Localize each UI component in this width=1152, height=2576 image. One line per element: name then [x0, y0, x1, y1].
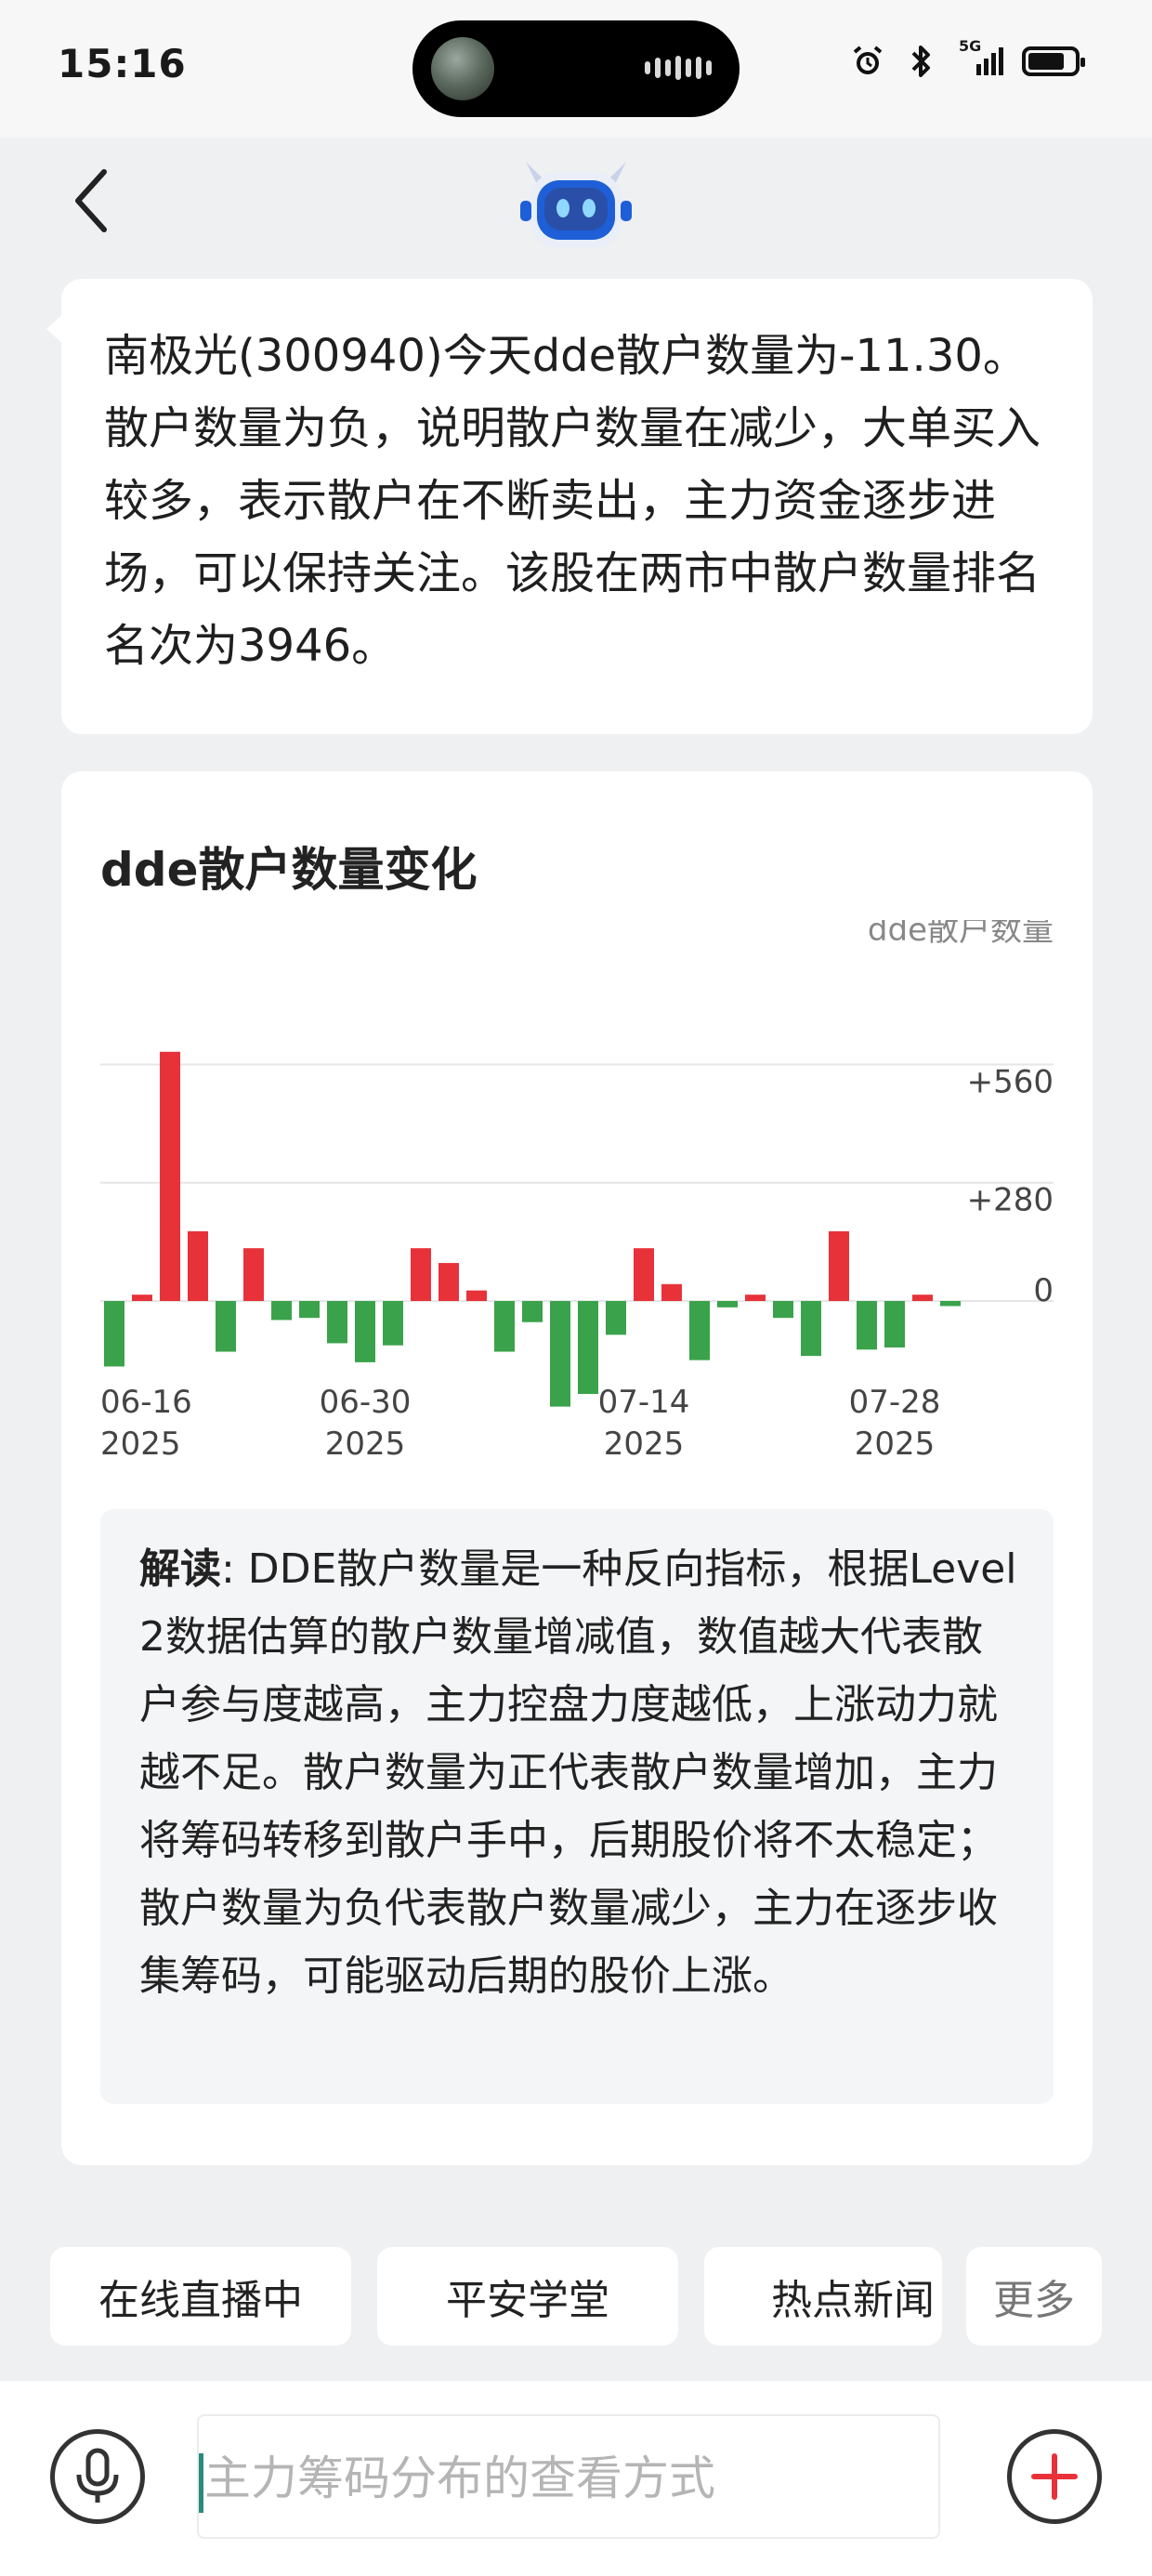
x-tick-year: 2025 — [604, 1426, 685, 1463]
bar — [271, 1301, 292, 1321]
bar — [912, 1295, 933, 1301]
x-tick-date: 06-30 — [320, 1384, 412, 1421]
dynamic-island[interactable] — [412, 20, 740, 117]
bar — [884, 1301, 905, 1347]
battery-icon — [1022, 46, 1085, 76]
status-bar: 15:16 5G — [0, 0, 1152, 138]
y-tick-label: +280 — [967, 1182, 1054, 1219]
x-tick-date: 07-14 — [598, 1384, 690, 1421]
bar — [299, 1301, 320, 1319]
bar — [801, 1301, 821, 1357]
bar — [717, 1301, 738, 1308]
x-tick-year: 2025 — [855, 1426, 936, 1463]
bar — [466, 1290, 487, 1301]
bar — [522, 1301, 543, 1322]
explanation-box: 解读: DDE散户数量是一种反向指标，根据Level2数据估算的散户数量增减值，… — [100, 1509, 1054, 2104]
bar — [829, 1231, 849, 1301]
chip-more[interactable]: 更多 — [966, 2247, 1102, 2346]
bar — [132, 1295, 152, 1301]
media-thumbnail — [431, 37, 494, 100]
explanation-text: 解读: DDE散户数量是一种反向指标，根据Level2数据估算的散户数量增减值，… — [139, 1535, 1022, 2010]
bar — [494, 1301, 515, 1352]
status-time: 15:16 — [58, 41, 187, 86]
x-tick-year: 2025 — [325, 1426, 406, 1463]
chip-live[interactable]: 在线直播中 — [50, 2247, 351, 2346]
bar — [550, 1301, 570, 1407]
cellular-signal-icon: 5G — [957, 37, 1005, 80]
explanation-label: 解读 — [139, 1545, 221, 1593]
question-input-wrapper[interactable] — [197, 2414, 940, 2539]
bar — [383, 1301, 403, 1346]
bluetooth-icon — [903, 43, 940, 80]
x-tick-date: 06-16 — [100, 1384, 192, 1421]
bar — [606, 1301, 626, 1335]
bar — [661, 1283, 682, 1301]
bar — [857, 1301, 877, 1350]
bar — [104, 1301, 124, 1367]
bar — [327, 1301, 347, 1344]
bar — [689, 1301, 710, 1360]
bar — [355, 1301, 375, 1362]
answer-bubble: 南极光(300940)今天dde散户数量为-11.30。散户数量为负，说明散户数… — [61, 279, 1093, 734]
microphone-icon — [76, 2448, 119, 2503]
status-icons: 5G — [849, 37, 1085, 80]
audio-wave-icon — [645, 56, 712, 80]
plus-icon — [1031, 2453, 1078, 2500]
x-tick-date: 07-28 — [849, 1384, 941, 1421]
answer-text: 南极光(300940)今天dde散户数量为-11.30。散户数量为负，说明散户数… — [104, 330, 1041, 672]
chip-academy[interactable]: 平安学堂 — [377, 2247, 678, 2346]
chart-card: dde散户数量变化 dde散户数量 +560 +280 0 06-16 2025 06-30… — [61, 771, 1093, 2165]
y-tick-label: +560 — [967, 1063, 1054, 1100]
bar — [578, 1301, 598, 1394]
chip-hot-news[interactable]: 热点新闻 — [704, 2247, 942, 2346]
attach-button[interactable] — [1007, 2429, 1102, 2524]
robot-icon — [517, 152, 635, 255]
y-axis-label: dde散户数量 — [868, 920, 1054, 949]
input-bar — [0, 2381, 1152, 2576]
bar — [160, 1051, 180, 1301]
text-caret — [199, 2453, 203, 2513]
bar — [439, 1263, 459, 1301]
y-tick-label: 0 — [1033, 1272, 1054, 1309]
back-button[interactable] — [63, 164, 119, 238]
question-input[interactable] — [204, 2437, 929, 2520]
bar — [773, 1301, 793, 1319]
bar — [745, 1295, 766, 1301]
explanation-body: : DDE散户数量是一种反向指标，根据Level2数据估算的散户数量增减值，数值… — [139, 1545, 1017, 2000]
voice-button[interactable] — [50, 2429, 145, 2524]
bar — [188, 1231, 208, 1301]
bar — [940, 1301, 961, 1307]
bar — [634, 1248, 654, 1301]
chart-title: dde散户数量变化 — [100, 843, 478, 897]
bar — [411, 1248, 431, 1301]
bar — [216, 1301, 236, 1352]
network-label: 5G — [959, 37, 982, 55]
bar-chart: dde散户数量 +560 +280 0 06-16 2025 06-30 2025 07-14 2… — [100, 920, 1054, 1463]
chevron-left-icon — [75, 169, 107, 232]
bar — [243, 1248, 264, 1301]
alarm-icon — [849, 43, 886, 80]
x-tick-year: 2025 — [100, 1426, 181, 1463]
